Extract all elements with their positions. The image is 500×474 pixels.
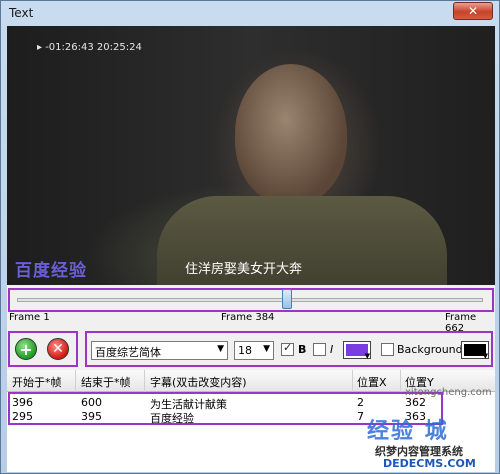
video-person-head	[235, 64, 347, 204]
column-header-start[interactable]: 开始于*帧	[12, 374, 62, 390]
frame-current-label: Frame 384	[221, 312, 275, 323]
chevron-down-icon: ▼	[482, 352, 488, 360]
background-label: Background:	[397, 343, 467, 356]
video-watermark: 百度经验	[15, 261, 87, 281]
chevron-down-icon: ▼	[217, 344, 224, 354]
cell-end[interactable]: 395	[81, 410, 102, 423]
cell-end[interactable]: 600	[81, 396, 102, 409]
column-divider[interactable]	[144, 370, 145, 392]
cell-start[interactable]: 295	[12, 410, 33, 423]
title-bar[interactable]: Text ✕	[1, 1, 499, 25]
plus-icon: +	[19, 340, 33, 359]
site-logo-big-text: 经验 城	[367, 419, 449, 444]
italic-label: I	[330, 343, 334, 356]
bold-label: B	[298, 343, 307, 356]
close-button[interactable]: ✕	[453, 2, 493, 20]
timeline-track[interactable]	[17, 298, 483, 302]
delete-icon: ✕	[52, 341, 64, 357]
background-color-picker[interactable]: ▼	[461, 341, 489, 360]
chevron-down-icon: ▼	[263, 344, 270, 354]
delete-subtitle-button[interactable]: ✕	[47, 338, 69, 360]
video-subtitle-preview: 住洋房娶美女开大奔	[185, 262, 303, 277]
frame-start-label: Frame 1	[9, 312, 50, 323]
checkmark-icon: ✓	[283, 341, 293, 354]
column-divider[interactable]	[75, 370, 76, 392]
cell-pos-x[interactable]: 2	[357, 396, 364, 409]
column-header-text[interactable]: 字幕(双击改变内容)	[150, 374, 247, 390]
cell-text[interactable]: 百度经验	[150, 410, 194, 426]
chevron-down-icon: ▼	[364, 352, 370, 360]
column-divider[interactable]	[400, 370, 401, 392]
column-header-end[interactable]: 结束于*帧	[81, 374, 131, 390]
video-osd-time: ▸ -01:26:43 20:25:24	[37, 42, 142, 53]
font-name-value: 百度综艺简体	[95, 346, 161, 359]
font-size-value: 18	[238, 344, 252, 357]
subtitle-toolbar: + ✕ 百度综艺简体 ▼ 18 ▼ ✓ B I ▼ Background: ▼	[7, 331, 495, 367]
text-color-picker[interactable]: ▼	[343, 341, 371, 360]
italic-checkbox[interactable]	[313, 343, 326, 356]
site-logo-line3: xitongcheng.com	[405, 387, 492, 398]
timeline-slider-row: Frame 1 Frame 384 Frame 662	[7, 285, 495, 334]
text-window: Text ✕ ▸ -01:26:43 20:25:24 百度经验 住洋房娶美女开…	[0, 0, 500, 474]
site-logo-watermark: 经验 城 织梦内容管理系统 DEDECMS.COM xitongcheng.co…	[367, 387, 497, 471]
window-title: Text	[9, 6, 34, 20]
bold-checkbox[interactable]: ✓	[281, 341, 294, 356]
column-divider[interactable]	[352, 370, 353, 392]
font-size-select[interactable]: 18 ▼	[234, 341, 274, 360]
background-checkbox[interactable]	[381, 343, 394, 356]
font-name-select[interactable]: 百度综艺简体 ▼	[91, 341, 228, 360]
video-preview: ▸ -01:26:43 20:25:24 百度经验 住洋房娶美女开大奔	[7, 26, 495, 285]
site-logo-line2: DEDECMS.COM	[383, 457, 476, 470]
close-icon[interactable]: ✕	[468, 4, 478, 18]
cell-pos-x[interactable]: 7	[357, 410, 364, 423]
timeline-thumb[interactable]	[282, 289, 293, 309]
cell-start[interactable]: 396	[12, 396, 33, 409]
column-header-pos-x[interactable]: 位置X	[357, 374, 387, 390]
add-subtitle-button[interactable]: +	[15, 338, 37, 360]
